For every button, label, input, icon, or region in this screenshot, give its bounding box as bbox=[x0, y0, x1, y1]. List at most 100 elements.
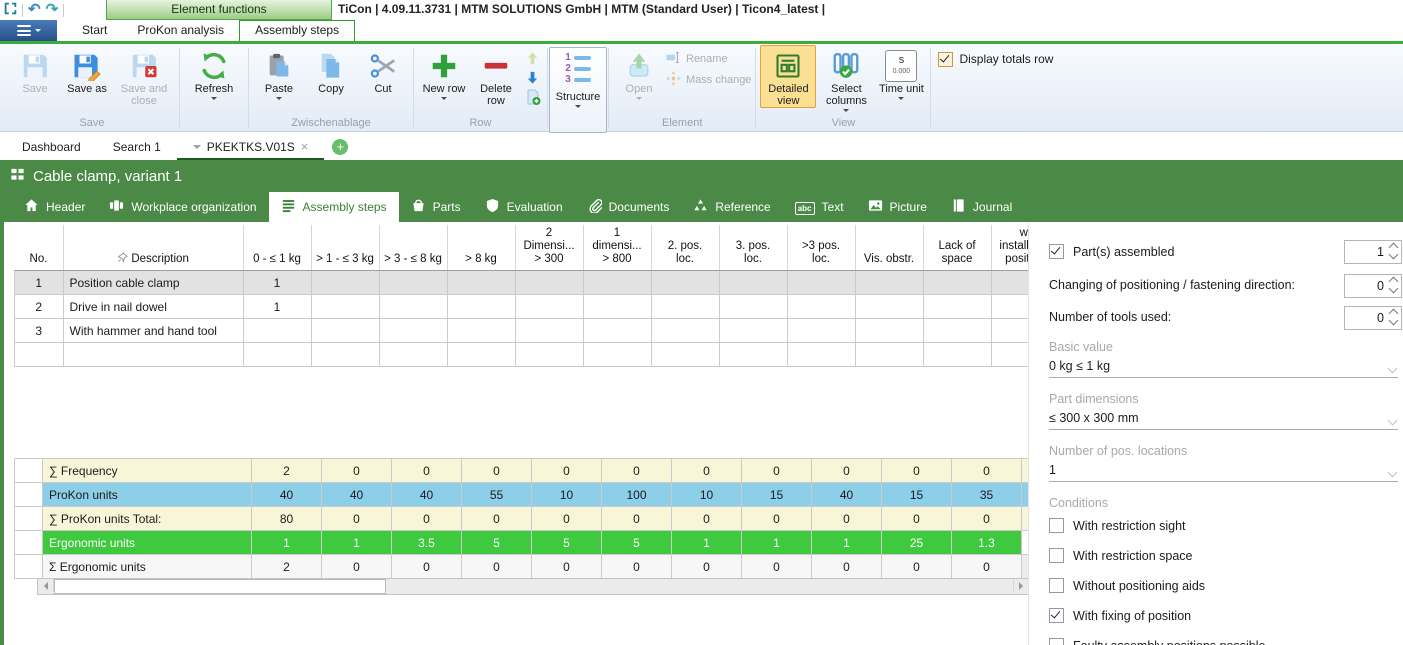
cell-value[interactable] bbox=[651, 271, 719, 295]
mass-change-button[interactable]: Mass change bbox=[665, 70, 751, 89]
parts-assembled-checkbox[interactable] bbox=[1049, 244, 1064, 259]
ribbon-tab-assembly-steps[interactable]: Assembly steps bbox=[239, 20, 355, 41]
ribbon-tab-prokon-analysis[interactable]: ProKon analysis bbox=[122, 20, 239, 41]
cell-value[interactable] bbox=[855, 343, 923, 367]
checkbox-icon[interactable] bbox=[1049, 608, 1064, 623]
cell-value[interactable] bbox=[447, 319, 515, 343]
cell-value[interactable] bbox=[787, 319, 855, 343]
condition-with-restriction-sight[interactable]: With restriction sight bbox=[1049, 518, 1186, 533]
time-unit-button[interactable]: s0.000 Time unit bbox=[876, 45, 926, 104]
cell-value[interactable] bbox=[787, 271, 855, 295]
tab-text[interactable]: abcText bbox=[783, 192, 856, 222]
cell-value[interactable] bbox=[311, 271, 379, 295]
condition-with-restriction-space[interactable]: With restriction space bbox=[1049, 548, 1192, 563]
condition-with-fixing-of-position[interactable]: With fixing of position bbox=[1049, 608, 1191, 623]
move-row-down-button[interactable] bbox=[524, 69, 541, 86]
tab-assembly-steps[interactable]: Assembly steps bbox=[269, 192, 399, 222]
cell-value[interactable] bbox=[923, 343, 991, 367]
table-row[interactable]: 1Position cable clamp1 bbox=[15, 271, 1071, 295]
refresh-button[interactable]: Refresh bbox=[184, 45, 244, 104]
table-row[interactable] bbox=[15, 343, 1071, 367]
cell-value[interactable] bbox=[719, 295, 787, 319]
close-tab-icon[interactable]: × bbox=[301, 141, 309, 153]
delete-row-button[interactable]: Delete row bbox=[470, 45, 522, 108]
doc-tab-search-1[interactable]: Search 1 bbox=[97, 132, 177, 161]
cell-description[interactable]: With hammer and hand tool bbox=[63, 319, 243, 343]
redo-icon[interactable]: ↷ bbox=[46, 3, 59, 17]
move-row-up-button[interactable] bbox=[524, 50, 541, 67]
display-totals-row-checkbox[interactable]: Display totals row bbox=[932, 45, 1057, 131]
table-row[interactable]: 3With hammer and hand tool bbox=[15, 319, 1071, 343]
cell-description[interactable] bbox=[63, 343, 243, 367]
cell-value[interactable] bbox=[855, 271, 923, 295]
cell-value[interactable] bbox=[311, 295, 379, 319]
select-columns-button[interactable]: Select columns bbox=[816, 45, 876, 116]
cell-value[interactable] bbox=[651, 343, 719, 367]
checkbox-icon[interactable] bbox=[1049, 638, 1064, 645]
condition-without-positioning-aids[interactable]: Without positioning aids bbox=[1049, 578, 1205, 593]
cell-value[interactable] bbox=[379, 295, 447, 319]
scroll-left-arrow[interactable] bbox=[38, 579, 54, 592]
cell-value[interactable] bbox=[379, 319, 447, 343]
cell-value[interactable]: 1 bbox=[243, 271, 311, 295]
cut-button[interactable]: Cut bbox=[357, 45, 409, 96]
cell-value[interactable] bbox=[923, 271, 991, 295]
parts-assembled-spinner[interactable]: 1 bbox=[1344, 240, 1402, 264]
cell-value[interactable] bbox=[787, 295, 855, 319]
tab-header[interactable]: Header bbox=[12, 192, 97, 222]
part-dimensions-dropdown[interactable]: ≤ 300 x 300 mm bbox=[1049, 410, 1398, 430]
checkbox-icon[interactable] bbox=[1049, 548, 1064, 563]
spinner-arrows-icon[interactable] bbox=[1390, 244, 1397, 258]
cell-value[interactable] bbox=[311, 343, 379, 367]
save-button[interactable]: Save bbox=[9, 45, 61, 96]
tab-journal[interactable]: Journal bbox=[939, 192, 1024, 222]
cell-value[interactable] bbox=[243, 343, 311, 367]
cell-value[interactable] bbox=[515, 319, 583, 343]
cell-value[interactable] bbox=[855, 295, 923, 319]
tab-picture[interactable]: Picture bbox=[856, 192, 939, 222]
cell-value[interactable] bbox=[719, 271, 787, 295]
changing-direction-spinner[interactable]: 0 bbox=[1344, 274, 1402, 298]
pos-locations-dropdown[interactable]: 1 bbox=[1049, 462, 1398, 482]
cell-value[interactable] bbox=[379, 343, 447, 367]
ribbon-tab-start[interactable]: Start bbox=[67, 20, 122, 41]
condition-faulty-assembly-positions-possible[interactable]: Faulty assembly positions possible bbox=[1049, 638, 1265, 645]
checkbox-icon[interactable] bbox=[1049, 518, 1064, 533]
new-row-button[interactable]: New row bbox=[418, 45, 470, 104]
cell-value[interactable] bbox=[515, 295, 583, 319]
table-row[interactable]: 2Drive in nail dowel1 bbox=[15, 295, 1071, 319]
add-tab-button[interactable]: + bbox=[332, 139, 348, 155]
cell-value[interactable] bbox=[583, 295, 651, 319]
spinner-arrows-icon[interactable] bbox=[1390, 278, 1397, 292]
scroll-right-arrow[interactable] bbox=[1013, 579, 1029, 592]
doc-tab-dashboard[interactable]: Dashboard bbox=[6, 132, 97, 161]
undo-icon[interactable]: ↶ bbox=[28, 3, 41, 17]
open-button[interactable]: Open bbox=[613, 45, 665, 104]
cell-value[interactable] bbox=[447, 295, 515, 319]
cell-value[interactable]: 1 bbox=[243, 295, 311, 319]
tools-used-spinner[interactable]: 0 bbox=[1344, 306, 1402, 330]
cell-value[interactable] bbox=[583, 271, 651, 295]
cell-value[interactable] bbox=[243, 319, 311, 343]
cell-value[interactable] bbox=[787, 343, 855, 367]
tab-workplace-organization[interactable]: Workplace organization bbox=[97, 192, 268, 222]
detailed-view-button[interactable]: Detailed view bbox=[760, 45, 816, 108]
cell-value[interactable] bbox=[379, 271, 447, 295]
rename-button[interactable]: Rename bbox=[665, 49, 751, 68]
tab-reference[interactable]: Reference bbox=[681, 192, 782, 222]
chevron-down-icon[interactable] bbox=[193, 145, 201, 153]
copy-button[interactable]: Copy bbox=[305, 45, 357, 96]
application-menu-button[interactable] bbox=[0, 20, 57, 41]
cell-value[interactable] bbox=[923, 319, 991, 343]
cell-value[interactable] bbox=[583, 319, 651, 343]
spinner-arrows-icon[interactable] bbox=[1390, 310, 1397, 324]
structure-button[interactable]: 1 2 3 Structure bbox=[549, 47, 607, 133]
tab-documents[interactable]: Documents bbox=[575, 192, 682, 222]
cell-value[interactable] bbox=[311, 319, 379, 343]
scrollbar-thumb[interactable] bbox=[54, 579, 386, 594]
horizontal-scrollbar[interactable] bbox=[37, 578, 1030, 595]
tab-parts[interactable]: Parts bbox=[399, 192, 473, 222]
cell-value[interactable] bbox=[855, 319, 923, 343]
cell-value[interactable] bbox=[583, 343, 651, 367]
cell-value[interactable] bbox=[651, 295, 719, 319]
